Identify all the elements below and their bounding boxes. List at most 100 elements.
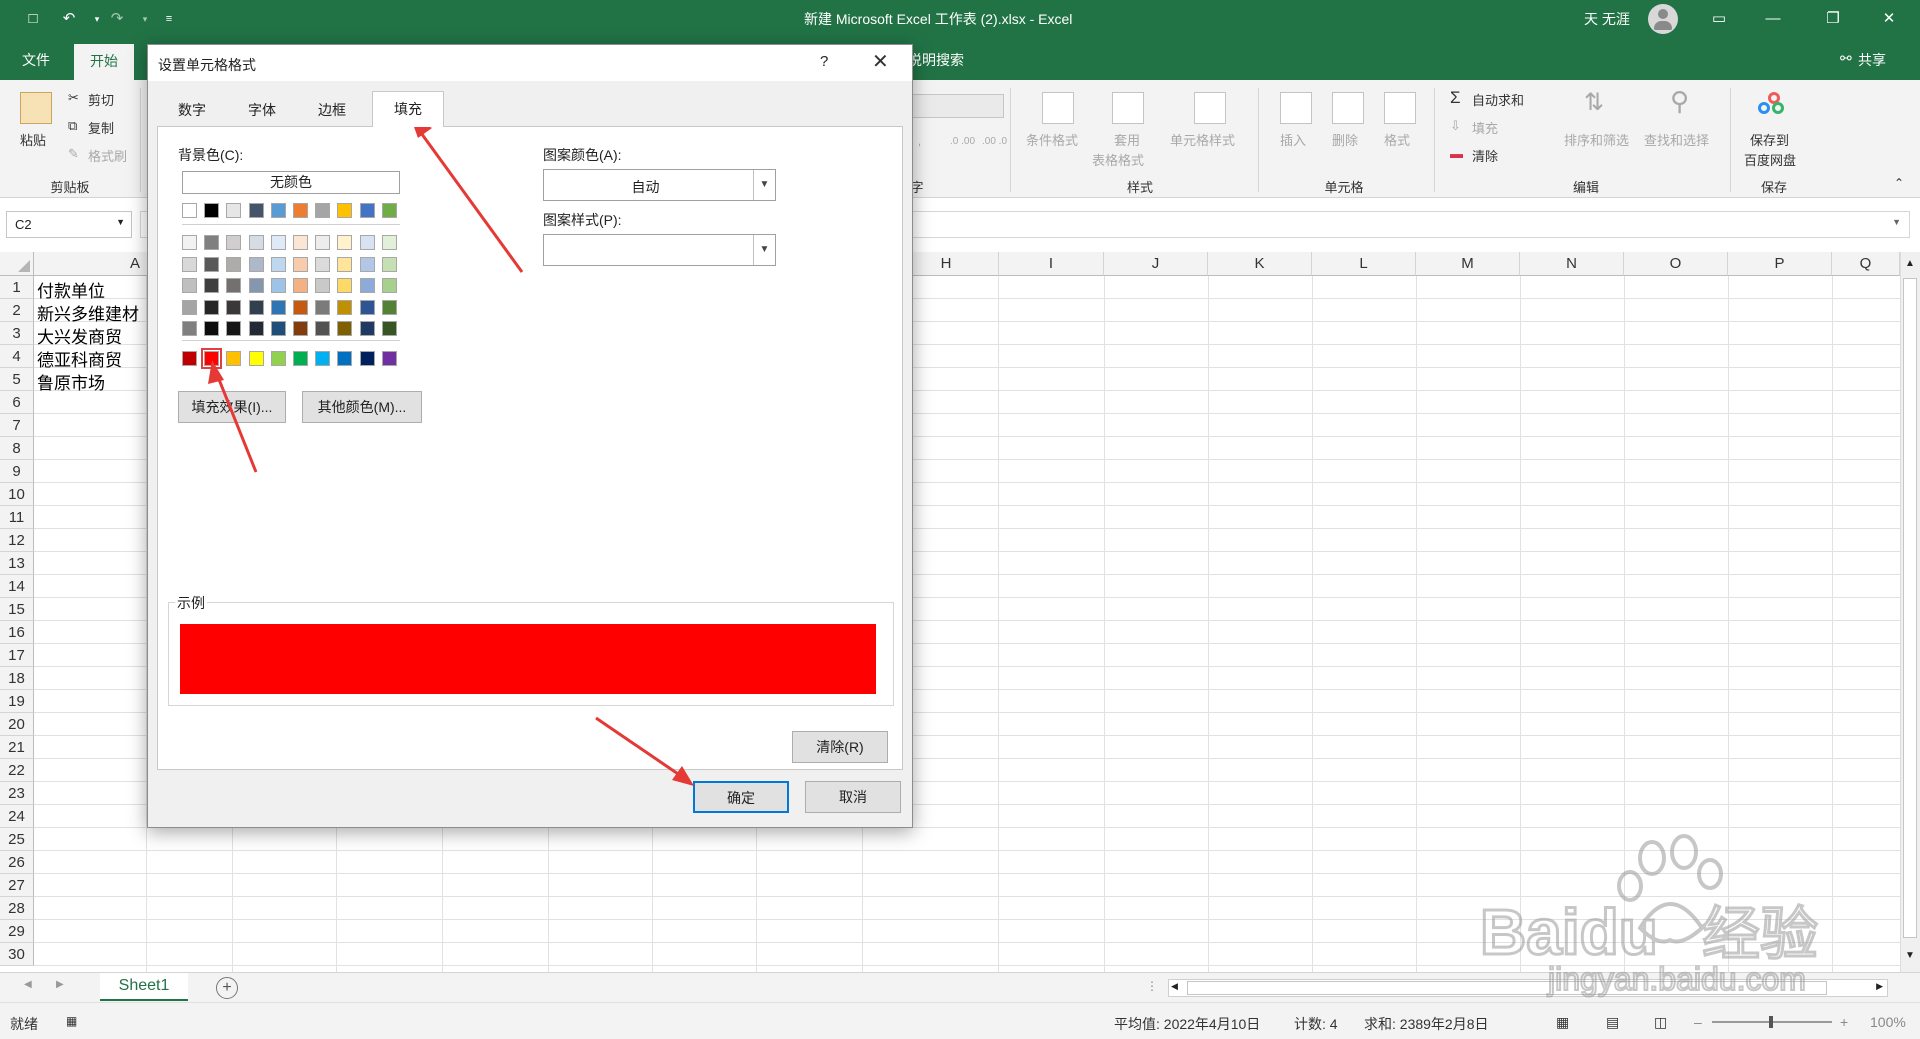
row-header[interactable]: 2: [0, 299, 34, 322]
theme-shade-swatch[interactable]: [182, 278, 197, 293]
theme-color-swatch[interactable]: [226, 203, 242, 218]
cell-styles-icon[interactable]: [1194, 92, 1226, 124]
redo-icon[interactable]: ↷: [106, 8, 128, 30]
name-box[interactable]: C2 ▼: [6, 211, 132, 238]
row-header[interactable]: 29: [0, 920, 34, 943]
theme-shade-swatch[interactable]: [315, 235, 331, 250]
find-select-button[interactable]: 查找和选择: [1644, 130, 1709, 149]
ribbon-display-icon[interactable]: ▭: [1696, 0, 1742, 38]
delete-cells-button[interactable]: 删除: [1332, 130, 1358, 149]
theme-color-swatch[interactable]: [337, 203, 353, 218]
theme-shade-swatch[interactable]: [270, 256, 286, 272]
theme-shade-swatch[interactable]: [204, 299, 220, 315]
theme-shade-swatch[interactable]: [182, 256, 197, 272]
theme-shade-swatch[interactable]: [315, 321, 331, 336]
copy-button[interactable]: 复制: [88, 118, 114, 137]
row-header[interactable]: 21: [0, 736, 34, 759]
user-name[interactable]: 天 无涯: [1584, 9, 1630, 29]
row-header[interactable]: 10: [0, 483, 34, 506]
theme-shade-swatch[interactable]: [226, 321, 242, 336]
select-all-corner[interactable]: [0, 252, 34, 276]
format-as-table-button-line2[interactable]: 表格格式: [1092, 150, 1144, 169]
theme-shade-swatch[interactable]: [293, 299, 308, 315]
row-header[interactable]: 13: [0, 552, 34, 575]
theme-shade-swatch[interactable]: [182, 235, 197, 250]
row-header[interactable]: 24: [0, 805, 34, 828]
chevron-down-icon[interactable]: ▼: [753, 235, 775, 265]
theme-color-swatch[interactable]: [293, 203, 308, 218]
tab-file[interactable]: 文件: [22, 50, 50, 70]
cut-button[interactable]: 剪切: [88, 90, 114, 109]
theme-color-swatch[interactable]: [182, 203, 197, 218]
theme-color-swatch[interactable]: [270, 203, 286, 218]
chevron-down-icon[interactable]: ▼: [753, 170, 775, 200]
theme-shade-swatch[interactable]: [337, 278, 353, 293]
fill-effects-button[interactable]: 填充效果(I)...: [178, 391, 286, 423]
theme-shade-swatch[interactable]: [315, 256, 331, 272]
save-baidu-line2[interactable]: 百度网盘: [1744, 150, 1796, 169]
baidu-netdisk-icon[interactable]: [1758, 92, 1786, 118]
cell-a1[interactable]: 付款单位: [37, 277, 105, 302]
redo-dropdown-icon[interactable]: ▾: [134, 8, 156, 30]
theme-shade-swatch[interactable]: [359, 235, 375, 250]
theme-shade-swatch[interactable]: [204, 278, 220, 293]
column-header[interactable]: K: [1208, 252, 1312, 276]
row-header[interactable]: 3: [0, 322, 34, 345]
format-cells-icon[interactable]: [1384, 92, 1416, 124]
theme-shade-swatch[interactable]: [248, 256, 264, 272]
theme-color-swatch[interactable]: [248, 203, 264, 218]
theme-color-swatch[interactable]: [381, 203, 397, 218]
standard-color-swatch[interactable]: [359, 351, 375, 366]
theme-shade-swatch[interactable]: [226, 278, 242, 293]
row-header[interactable]: 1: [0, 276, 34, 299]
autosum-icon[interactable]: Σ: [1450, 88, 1461, 108]
page-layout-icon[interactable]: ▤: [1606, 1014, 1619, 1031]
find-select-icon[interactable]: ⚲: [1670, 86, 1689, 117]
more-colors-button[interactable]: 其他颜色(M)...: [302, 391, 422, 423]
row-header[interactable]: 8: [0, 437, 34, 460]
cell-styles-button[interactable]: 单元格样式: [1170, 130, 1235, 149]
row-header[interactable]: 25: [0, 828, 34, 851]
autosum-button[interactable]: 自动求和: [1472, 90, 1524, 109]
no-color-button[interactable]: 无颜色: [182, 171, 400, 194]
format-painter-button[interactable]: 格式刷: [88, 146, 127, 165]
standard-color-swatch[interactable]: [315, 351, 331, 366]
pattern-color-combo[interactable]: 自动 ▼: [543, 169, 776, 201]
tab-home[interactable]: 开始: [74, 44, 134, 80]
normal-view-icon[interactable]: ▦: [1556, 1014, 1569, 1031]
theme-shade-swatch[interactable]: [182, 299, 197, 315]
number-format-combo[interactable]: [912, 94, 1004, 118]
row-header[interactable]: 23: [0, 782, 34, 805]
vertical-scroll-thumb[interactable]: [1903, 278, 1917, 938]
save-baidu-line1[interactable]: 保存到: [1750, 130, 1789, 149]
column-header[interactable]: O: [1624, 252, 1728, 276]
tab-number[interactable]: 数字: [160, 95, 224, 125]
add-sheet-icon[interactable]: +: [216, 977, 238, 999]
standard-color-swatch[interactable]: [381, 351, 397, 366]
theme-shade-swatch[interactable]: [226, 256, 242, 272]
row-header[interactable]: 5: [0, 368, 34, 391]
column-header[interactable]: Q: [1832, 252, 1900, 276]
row-header[interactable]: 28: [0, 897, 34, 920]
vertical-scrollbar[interactable]: ▲ ▼: [1900, 252, 1920, 972]
row-header[interactable]: 30: [0, 943, 34, 966]
theme-color-swatch[interactable]: [359, 203, 375, 218]
theme-shade-swatch[interactable]: [270, 235, 286, 250]
prev-sheet-icon[interactable]: ◀: [24, 979, 32, 990]
theme-shade-swatch[interactable]: [337, 299, 353, 315]
name-box-dropdown-icon[interactable]: ▼: [116, 217, 125, 227]
row-header[interactable]: 6: [0, 391, 34, 414]
zoom-out-icon[interactable]: –: [1694, 1014, 1702, 1030]
standard-color-swatch[interactable]: [248, 351, 264, 366]
theme-shade-swatch[interactable]: [293, 321, 308, 336]
zoom-slider-thumb[interactable]: [1769, 1016, 1773, 1028]
row-header[interactable]: 27: [0, 874, 34, 897]
theme-shade-swatch[interactable]: [182, 321, 197, 336]
horizontal-scroll-thumb[interactable]: [1187, 981, 1827, 995]
row-header[interactable]: 22: [0, 759, 34, 782]
theme-shade-swatch[interactable]: [248, 299, 264, 315]
paste-button[interactable]: 粘贴: [20, 130, 46, 149]
cell-a5[interactable]: 鲁原市场: [37, 369, 105, 394]
scroll-left-icon[interactable]: ◀: [1171, 981, 1178, 992]
avatar[interactable]: [1648, 4, 1678, 34]
